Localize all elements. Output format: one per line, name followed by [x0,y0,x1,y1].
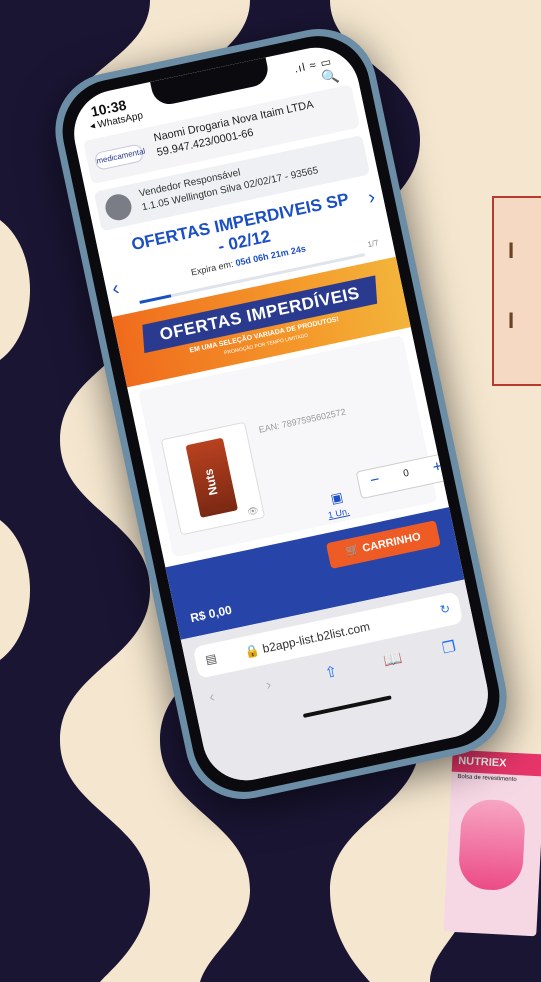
quantity-value[interactable]: 0 [393,466,419,482]
url-text: 🔒 b2app-list.b2list.com [243,619,372,660]
product-pack-label: Nuts [201,467,221,497]
decrement-button[interactable]: − [363,470,386,492]
search-icon[interactable]: 🔍 [320,67,341,87]
product-pack: Nuts [185,437,239,518]
cart-total: R$ 0,00 [189,602,234,626]
product-image[interactable]: Nuts 👁 [160,421,266,536]
avatar [103,191,134,223]
home-indicator [302,695,392,718]
unit-selector[interactable]: 1 Un. [327,506,350,520]
share-icon[interactable]: ⇧ [323,662,339,682]
url-value: b2app-list.b2list.com [261,619,372,656]
toy-subtitle: Bolsa de revestimento [457,773,517,784]
tabs-icon[interactable]: ❐ [440,637,458,657]
box-icon: ▣ [329,489,345,507]
side-card: I I [492,196,541,386]
toy-brand: NUTRIEX [451,749,541,777]
side-card-line: I [508,238,515,263]
back-icon[interactable]: ‹ [208,688,216,706]
side-card-line: I [508,308,515,333]
chevron-right-icon[interactable]: › [366,186,377,210]
toy-figure [457,798,527,892]
eye-icon[interactable]: 👁 [246,505,259,518]
company-logo: medicamental [93,143,146,171]
page-menu-icon[interactable]: ▤ [204,651,218,667]
cart-button-label: CARRINHO [361,530,422,555]
reload-icon[interactable]: ↻ [439,601,452,617]
cart-button[interactable]: 🛒 CARRINHO [325,520,441,569]
forward-icon[interactable]: › [264,676,272,694]
campaign-progress-fill [139,294,172,304]
page-indicator: 1/7 [366,238,380,250]
toy-package: NUTRIEX Bolsa de revestimento [443,749,541,937]
product-ean: EAN: 7897595602572 [257,406,347,435]
bookmarks-icon[interactable]: 📖 [382,648,404,670]
